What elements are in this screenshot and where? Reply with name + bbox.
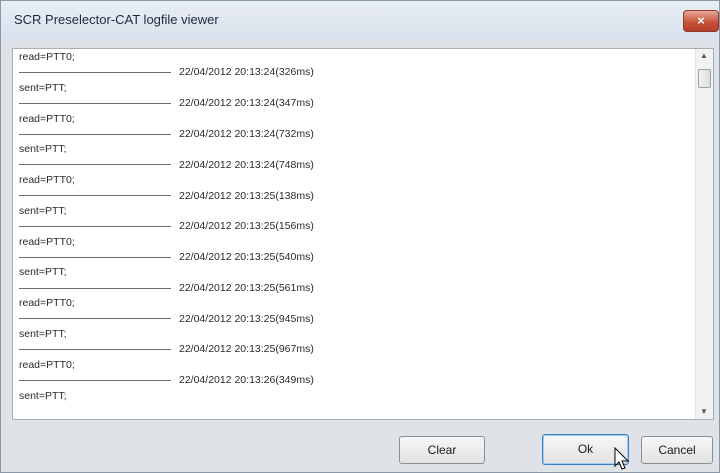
log-timestamp-line: 22/04/2012 20:13:25(138ms) (19, 189, 689, 204)
log-text: read=PTT0; (19, 112, 75, 125)
log-entry-line: sent=PTT; (19, 204, 689, 219)
log-entry-line: sent=PTT; (19, 389, 689, 404)
log-text: 22/04/2012 20:13:25(945ms) (179, 312, 314, 325)
log-entry-line: read=PTT0; (19, 112, 689, 127)
log-entry-line: read=PTT0; (19, 50, 689, 65)
log-text: 22/04/2012 20:13:24(732ms) (179, 127, 314, 140)
log-timestamp-line: 22/04/2012 20:13:25(156ms) (19, 219, 689, 234)
log-timestamp-line: 22/04/2012 20:13:25(945ms) (19, 312, 689, 327)
separator-line (19, 379, 171, 381)
log-text: read=PTT0; (19, 174, 75, 187)
separator-line (19, 226, 171, 228)
log-entry-line: read=PTT0; (19, 173, 689, 188)
log-entry-line: sent=PTT; (19, 142, 689, 157)
log-text: sent=PTT; (19, 389, 67, 402)
log-timestamp-line: 22/04/2012 20:13:25(561ms) (19, 281, 689, 296)
separator-line (19, 349, 171, 351)
clear-button[interactable]: Clear (399, 436, 485, 464)
log-entry-line: read=PTT0; (19, 235, 689, 250)
scroll-up-arrow-icon[interactable]: ▲ (700, 51, 708, 60)
log-entry-line: read=PTT0; (19, 296, 689, 311)
log-text: sent=PTT; (19, 204, 67, 217)
log-text: read=PTT0; (19, 358, 75, 371)
cancel-button[interactable]: Cancel (641, 436, 713, 464)
separator-line (19, 256, 171, 258)
scroll-down-arrow-icon[interactable]: ▼ (700, 407, 708, 416)
log-text: read=PTT0; (19, 235, 75, 248)
log-text: sent=PTT; (19, 328, 67, 341)
title-bar: SCR Preselector-CAT logfile viewer × (1, 1, 719, 41)
close-button[interactable]: × (683, 10, 719, 32)
log-timestamp-line: 22/04/2012 20:13:26(349ms) (19, 373, 689, 388)
log-text: sent=PTT; (19, 143, 67, 156)
separator-line (19, 287, 171, 289)
separator-line (19, 133, 171, 135)
log-textarea[interactable]: read=PTT0; 22/04/2012 20:13:24(326ms) sent… (12, 48, 714, 420)
log-text: 22/04/2012 20:13:25(967ms) (179, 343, 314, 356)
log-text: sent=PTT; (19, 81, 67, 94)
log-entry-line: sent=PTT; (19, 265, 689, 280)
log-timestamp-line: 22/04/2012 20:13:24(748ms) (19, 158, 689, 173)
log-timestamp-line: 22/04/2012 20:13:25(540ms) (19, 250, 689, 265)
separator-line (19, 102, 171, 104)
log-timestamp-line: 22/04/2012 20:13:24(326ms) (19, 65, 689, 80)
separator-line (19, 72, 171, 74)
log-entry-line: sent=PTT; (19, 327, 689, 342)
mouse-pointer-icon (614, 447, 630, 470)
log-text: sent=PTT; (19, 266, 67, 279)
log-text: read=PTT0; (19, 51, 75, 63)
log-text: 22/04/2012 20:13:24(748ms) (179, 158, 314, 171)
separator-line (19, 195, 171, 197)
log-timestamp-line: 22/04/2012 20:13:24(732ms) (19, 127, 689, 142)
log-timestamp-line: 22/04/2012 20:13:24(347ms) (19, 96, 689, 111)
window-title: SCR Preselector-CAT logfile viewer (14, 12, 219, 27)
log-entry-line: read=PTT0; (19, 358, 689, 373)
vertical-scrollbar[interactable]: ▲ ▼ (695, 49, 713, 419)
log-text: 22/04/2012 20:13:26(349ms) (179, 374, 314, 387)
log-text: 22/04/2012 20:13:24(326ms) (179, 66, 314, 79)
log-timestamp-line: 22/04/2012 20:13:25(967ms) (19, 342, 689, 357)
log-lines: read=PTT0; 22/04/2012 20:13:24(326ms) sent… (19, 50, 689, 404)
log-text: 22/04/2012 20:13:25(156ms) (179, 220, 314, 233)
scroll-thumb[interactable] (698, 69, 711, 88)
log-entry-line: sent=PTT; (19, 81, 689, 96)
log-text: read=PTT0; (19, 297, 75, 310)
separator-line (19, 318, 171, 320)
log-text: 22/04/2012 20:13:25(138ms) (179, 189, 314, 202)
log-text: 22/04/2012 20:13:25(561ms) (179, 281, 314, 294)
separator-line (19, 164, 171, 166)
log-text: 22/04/2012 20:13:24(347ms) (179, 97, 314, 110)
log-text: 22/04/2012 20:13:25(540ms) (179, 251, 314, 264)
logfile-viewer-window: SCR Preselector-CAT logfile viewer × rea… (0, 0, 720, 473)
